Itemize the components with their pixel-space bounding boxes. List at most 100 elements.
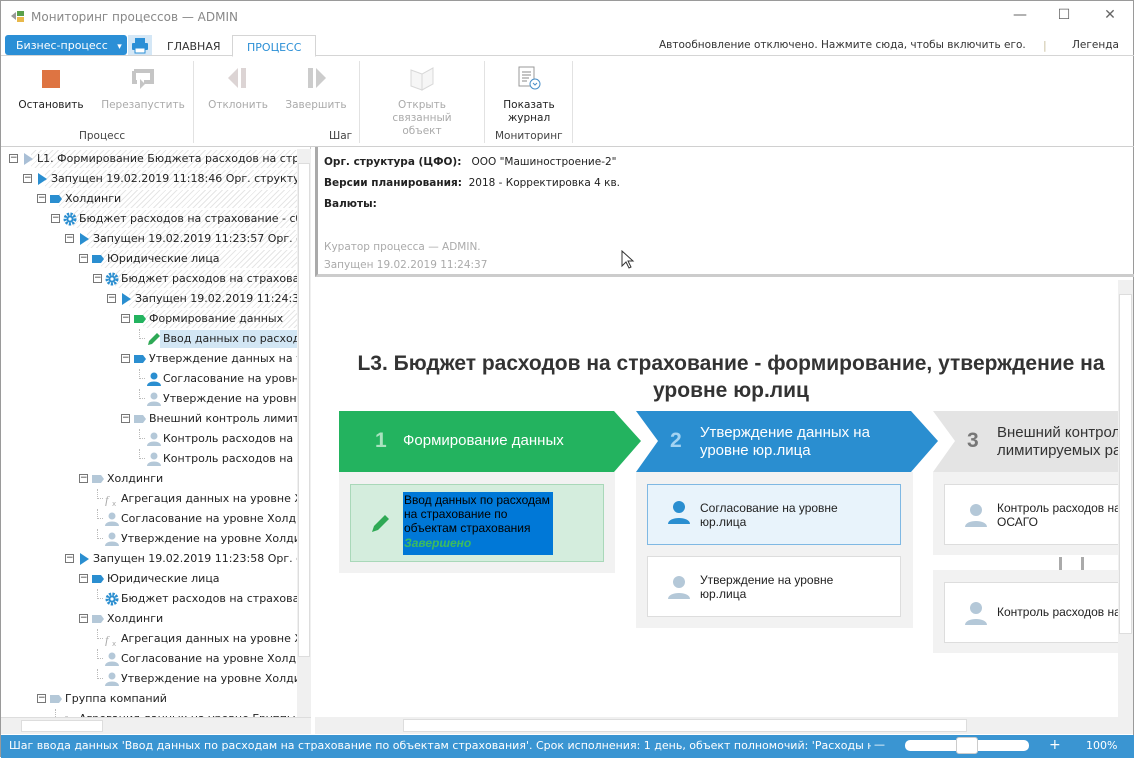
journal-icon	[518, 66, 541, 90]
tab-process[interactable]: ПРОЦЕСС	[232, 35, 317, 57]
tree-node[interactable]: fxАгрегация данных на уровне Группы	[1, 709, 297, 717]
collapse-toggle[interactable]: −	[65, 554, 74, 563]
stage-3-body: Контроль расходов на ОСАГО	[933, 472, 1118, 555]
stage-1-header[interactable]: 1 Формирование данных	[339, 411, 619, 472]
collapse-toggle[interactable]: −	[51, 214, 60, 223]
collapse-toggle[interactable]: −	[121, 314, 130, 323]
tree-node[interactable]: fx Агрегация данных на уровне Холдинга	[1, 629, 297, 649]
tree-node[interactable]: Контроль расходов на ДМС	[1, 449, 297, 469]
tree-horizontal-scrollbar[interactable]	[1, 717, 311, 734]
collapse-toggle[interactable]: −	[65, 234, 74, 243]
scroll-thumb[interactable]	[21, 720, 103, 732]
collapse-toggle[interactable]: −	[79, 614, 88, 623]
print-button[interactable]	[128, 35, 152, 55]
collapse-toggle[interactable]: −	[79, 574, 88, 583]
task-card-approval-legal[interactable]: Согласование на уровне юр.лица	[647, 484, 901, 545]
tree-node[interactable]: − Юридические лица	[1, 249, 297, 269]
diagram-horizontal-scrollbar[interactable]	[315, 717, 1133, 734]
tree-node[interactable]: Согласование на уровне Холдинга	[1, 509, 297, 529]
tree-node[interactable]: − Холдинги	[1, 469, 297, 489]
autoupdate-link[interactable]: Автообновление отключено. Нажмите сюда, …	[659, 39, 1026, 51]
play-icon	[80, 553, 89, 565]
tree-connector	[97, 669, 103, 679]
tree-node-label: Бюджет расходов на страхование - сбор д	[79, 212, 297, 225]
tree-node[interactable]: Утверждение на уровне юр.лица	[1, 389, 297, 409]
user-blue-icon	[147, 372, 161, 386]
restart-button[interactable]: Перезапустить	[99, 65, 187, 112]
tree-node[interactable]: Контроль расходов на ОСАГО	[1, 429, 297, 449]
collapse-toggle[interactable]: −	[121, 414, 130, 423]
zoom-slider-thumb[interactable]	[956, 737, 978, 754]
title-bar: Мониторинг процессов — ADMIN — ☐ ✕	[1, 1, 1134, 33]
tree-node[interactable]: fx Агрегация данных на уровне Холдинга	[1, 489, 297, 509]
reject-button[interactable]: Отклонить	[203, 65, 273, 112]
stage-label: Утверждение данных на уровне юр.лица	[700, 424, 870, 459]
task-card-control-dms[interactable]: Контроль расходов на ДМС	[944, 582, 1118, 643]
open-related-object-button[interactable]: Открыть связанный объект	[365, 65, 479, 138]
zoom-out-button[interactable]: —	[874, 738, 885, 751]
tree-node-label: Группа компаний	[65, 692, 167, 705]
zoom-in-button[interactable]: +	[1049, 737, 1061, 753]
collapse-toggle[interactable]: −	[9, 154, 18, 163]
tree-node[interactable]: − Группа компаний	[1, 689, 297, 709]
complete-icon	[308, 68, 326, 88]
collapse-toggle[interactable]: −	[23, 174, 32, 183]
stage-2-header[interactable]: 2 Утверждение данных на уровне юр.лица	[636, 411, 916, 472]
tree-node[interactable]: − Запущен 19.02.2019 11:18:46 Орг. структ…	[1, 169, 297, 189]
collapse-toggle[interactable]: −	[93, 274, 102, 283]
stage-3-header[interactable]: 3 Внешний контроль лимитируемых расходов	[933, 411, 1118, 472]
tree-connector	[97, 509, 103, 519]
version-label: Версии планирования:	[324, 177, 462, 189]
tree-node[interactable]: − Холдинги	[1, 189, 297, 209]
collapse-toggle[interactable]: −	[107, 294, 116, 303]
scroll-thumb[interactable]	[1119, 294, 1132, 634]
close-button[interactable]: ✕	[1095, 7, 1125, 27]
tree-node[interactable]: − Юридические лица	[1, 569, 297, 589]
complete-button[interactable]: Завершить	[281, 65, 351, 112]
user-gray-icon	[147, 452, 161, 466]
tree-node[interactable]: − Бюджет расходов на страхование - сбор д	[1, 209, 297, 229]
tree-node[interactable]: Ввод данных по расходам	[1, 329, 297, 349]
maximize-button[interactable]: ☐	[1049, 7, 1079, 27]
tree-connector	[97, 649, 103, 659]
collapse-toggle[interactable]: −	[37, 194, 46, 203]
tree-node[interactable]: Утверждение на уровне Холдинга	[1, 529, 297, 549]
task-card-data-entry[interactable]: Ввод данных по расходам на страхование п…	[350, 484, 604, 562]
tree-node[interactable]: − Внешний контроль лимитируемых	[1, 409, 297, 429]
tree-node[interactable]: − Утверждение данных на уровне	[1, 349, 297, 369]
tree-node[interactable]: − Холдинги	[1, 609, 297, 629]
diagram-vertical-scrollbar[interactable]	[1118, 280, 1133, 717]
business-process-menu-button[interactable]: Бизнес-процесс ▾	[5, 35, 127, 55]
stage-2-body: Согласование на уровне юр.лица Утвержден…	[636, 472, 913, 628]
tree-vertical-scrollbar[interactable]	[297, 149, 311, 717]
task-card-confirm-legal[interactable]: Утверждение на уровне юр.лица	[647, 556, 901, 617]
collapse-toggle[interactable]: −	[37, 694, 46, 703]
tag-blue-icon	[50, 195, 62, 203]
show-journal-button[interactable]: Показать журнал	[495, 65, 563, 125]
tree-node[interactable]: − Запущен 19.02.2019 11:23:57 Орг. структ…	[1, 229, 297, 249]
collapse-toggle[interactable]: −	[79, 474, 88, 483]
collapse-toggle[interactable]: −	[121, 354, 130, 363]
tree-node[interactable]: Согласование на уровне юр.лица	[1, 369, 297, 389]
tree-node[interactable]: − L1. Формирование Бюджета расходов на ст…	[1, 149, 297, 169]
tree-node[interactable]: Бюджет расходов на страхование	[1, 589, 297, 609]
tree-node[interactable]: − Формирование данных	[1, 309, 297, 329]
tree-node[interactable]: − Бюджет расходов на страхование	[1, 269, 297, 289]
task-card-control-osago[interactable]: Контроль расходов на ОСАГО	[944, 484, 1118, 545]
tree-node-label: Согласование на уровне юр.лица	[163, 372, 297, 385]
tab-main[interactable]: ГЛАВНАЯ	[153, 35, 235, 57]
stop-button[interactable]: Остановить	[15, 65, 87, 112]
tree-node[interactable]: Утверждение на уровне Холдинга	[1, 669, 297, 689]
zoom-slider[interactable]	[905, 737, 1029, 754]
tree-node[interactable]: Согласование на уровне Холдинга	[1, 649, 297, 669]
legend-link[interactable]: Легенда	[1072, 39, 1119, 51]
scroll-thumb[interactable]	[403, 719, 967, 732]
book-icon	[410, 67, 434, 91]
tree-node[interactable]: − Запущен 19.02.2019 11:23:58 Орг. структ…	[1, 549, 297, 569]
minimize-button[interactable]: —	[1005, 7, 1035, 27]
business-process-label: Бизнес-процесс	[16, 39, 108, 52]
svg-text:x: x	[112, 500, 116, 506]
tree-node[interactable]: − Запущен 19.02.2019 11:24:37 Орг.	[1, 289, 297, 309]
scroll-thumb[interactable]	[298, 163, 310, 657]
collapse-toggle[interactable]: −	[79, 254, 88, 263]
